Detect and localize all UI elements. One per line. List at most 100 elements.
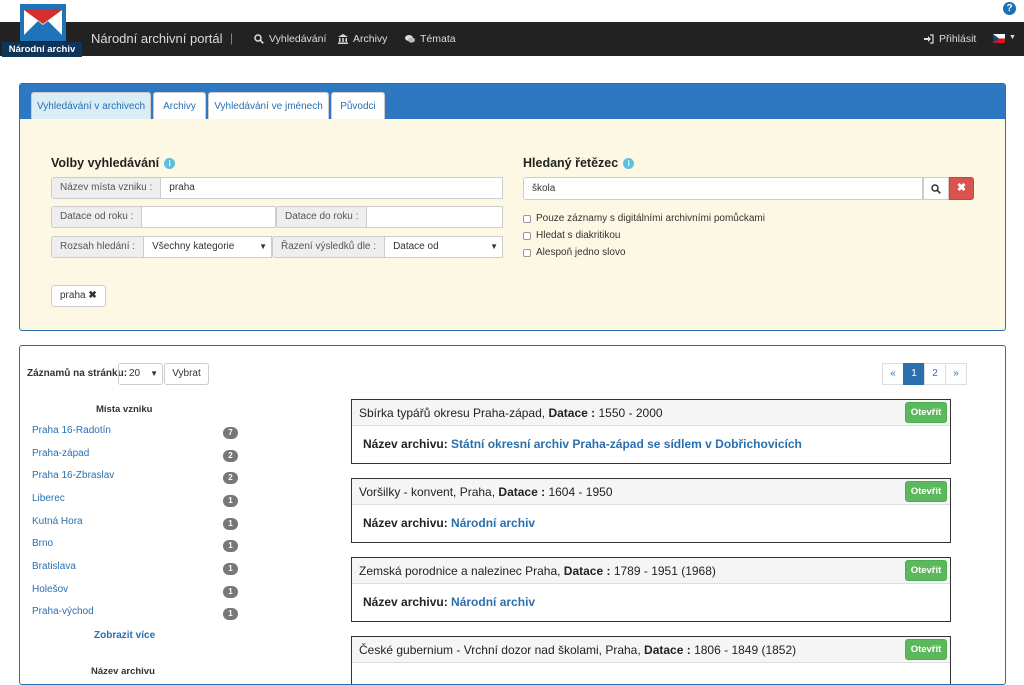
facet-item[interactable]: Kutná Hora 1 xyxy=(32,516,242,532)
facet-label: Praha-západ xyxy=(32,448,90,459)
search-button[interactable] xyxy=(923,177,949,200)
result-datace: 1806 - 1849 (1852) xyxy=(694,643,797,657)
facet-label: Holešov xyxy=(32,584,69,595)
filter-chip[interactable]: praha ✖ xyxy=(51,285,106,307)
place-label: Název místa vzniku : xyxy=(51,177,162,199)
tab-search-archives[interactable]: Vyhledávání v archivech xyxy=(31,92,151,119)
archive-link[interactable]: Národní archiv xyxy=(451,595,535,609)
per-page-select[interactable]: 20 ▼ xyxy=(118,363,163,385)
pager-page-2[interactable]: 2 xyxy=(924,363,946,385)
clear-button[interactable]: ✖ xyxy=(949,177,974,200)
result-title: České gubernium - Vrchní dozor nad škola… xyxy=(359,643,641,657)
place-input[interactable]: praha xyxy=(161,177,503,199)
datace-label: Datace : xyxy=(548,406,596,420)
brand-title[interactable]: Národní archivní portál xyxy=(91,31,223,46)
sort-label: Řazení výsledků dle : xyxy=(272,236,386,258)
nav-separator: | xyxy=(230,31,234,45)
result-header: Zemská porodnice a nalezinec Praha, Data… xyxy=(352,558,950,584)
date-to-label: Datace do roku : xyxy=(276,206,368,228)
tab-search-names[interactable]: Vyhledávání ve jménech xyxy=(208,92,329,119)
comments-icon xyxy=(405,35,415,43)
logo[interactable]: Národní archiv xyxy=(2,4,82,57)
open-button[interactable]: Otevřít xyxy=(905,639,947,660)
result-datace: 1550 - 2000 xyxy=(598,406,663,420)
nav-archives[interactable]: Archivy xyxy=(338,33,387,45)
show-more-link[interactable]: Zobrazit více xyxy=(94,630,155,641)
scope-value: Všechny kategorie xyxy=(152,241,235,252)
nav-topics[interactable]: Témata xyxy=(405,33,456,45)
nav-search[interactable]: Vyhledávání xyxy=(254,33,326,45)
checkbox[interactable] xyxy=(523,214,531,223)
per-page-caret-icon: ▼ xyxy=(150,369,158,378)
checkbox[interactable] xyxy=(523,231,531,240)
facet-archive-title: Název archivu xyxy=(91,666,155,677)
search-panel: Vyhledávání v archivech Archivy Vyhledáv… xyxy=(19,83,1006,331)
login-link[interactable]: Přihlásit xyxy=(924,33,976,45)
checkbox-diacritics[interactable]: Hledat s diakritikou xyxy=(523,230,620,241)
pager-prev[interactable]: « xyxy=(882,363,904,385)
select-button[interactable]: Vybrat xyxy=(164,363,209,385)
result-card: České gubernium - Vrchní dozor nad škola… xyxy=(351,636,951,684)
language-caret-icon[interactable]: ▼ xyxy=(1009,34,1016,41)
date-to-input[interactable] xyxy=(367,206,503,228)
result-card: Voršilky - konvent, Praha, Datace : 1604… xyxy=(351,478,951,543)
login-label: Přihlásit xyxy=(939,33,977,45)
pager-next[interactable]: » xyxy=(945,363,967,385)
pagination: « 1 2 » xyxy=(882,363,967,385)
scope-select[interactable]: Všechny kategorie ▼ xyxy=(144,236,272,258)
search-tabs: Vyhledávání v archivech Archivy Vyhledáv… xyxy=(20,84,1005,119)
info-icon[interactable]: i xyxy=(164,157,176,169)
tab-archives[interactable]: Archivy xyxy=(153,92,206,119)
facet-item[interactable]: Praha 16-Radotín 7 xyxy=(32,425,242,441)
archive-logo-icon xyxy=(24,10,62,35)
place-field: Název místa vzniku : praha xyxy=(51,177,503,199)
facet-item[interactable]: Holešov 1 xyxy=(32,584,242,600)
checkbox-any-word[interactable]: Alespoň jedno slovo xyxy=(523,247,626,258)
remove-filter-icon[interactable]: ✖ xyxy=(88,290,96,301)
date-from-input[interactable] xyxy=(142,206,276,228)
facet-count-badge: 2 xyxy=(223,472,238,484)
search-options-heading: Volby vyhledávání i xyxy=(51,156,176,170)
facet-item[interactable]: Praha-západ 2 xyxy=(32,448,242,464)
facet-item[interactable]: Bratislava 1 xyxy=(32,561,242,577)
open-button[interactable]: Otevřít xyxy=(905,481,947,502)
result-title: Voršilky - konvent, Praha, xyxy=(359,485,496,499)
czech-flag-icon[interactable] xyxy=(993,34,1005,43)
info-icon[interactable]: i xyxy=(623,157,635,169)
result-datace: 1604 - 1950 xyxy=(548,485,613,499)
facet-label: Brno xyxy=(32,538,54,549)
filter-chip-label: praha xyxy=(60,290,86,301)
search-icon xyxy=(931,183,941,194)
sort-select[interactable]: Datace od ▼ xyxy=(385,236,503,258)
pager-page-1[interactable]: 1 xyxy=(903,363,925,385)
search-icon xyxy=(254,34,264,44)
scope-caret-icon: ▼ xyxy=(259,242,267,251)
facet-label: Praha-východ xyxy=(32,606,94,617)
checkbox[interactable] xyxy=(523,248,531,257)
search-string-input[interactable]: škola xyxy=(523,177,923,200)
facet-item[interactable]: Praha 16-Zbraslav 2 xyxy=(32,470,242,486)
checkbox-digital[interactable]: Pouze záznamy s digitálními archivními p… xyxy=(523,213,765,224)
facet-count-badge: 1 xyxy=(223,608,238,620)
facet-label: Kutná Hora xyxy=(32,516,83,527)
datace-label: Datace : xyxy=(563,564,611,578)
facet-count-badge: 1 xyxy=(223,586,238,598)
facet-item[interactable]: Brno 1 xyxy=(32,538,242,554)
archive-label: Název archivu: xyxy=(363,437,448,451)
result-header: České gubernium - Vrchní dozor nad škola… xyxy=(352,637,950,663)
result-body: Název archivu: Národní archiv xyxy=(352,505,950,542)
facet-item[interactable]: Praha-východ 1 xyxy=(32,606,242,622)
tab-originators[interactable]: Původci xyxy=(331,92,385,119)
close-icon: ✖ xyxy=(956,182,967,194)
datace-label: Datace : xyxy=(644,643,691,657)
nav-archives-label: Archivy xyxy=(353,33,388,45)
checkbox-label: Pouze záznamy s digitálními archivními p… xyxy=(536,213,765,224)
facet-label: Praha 16-Zbraslav xyxy=(32,470,115,481)
archive-link[interactable]: Státní okresní archiv Praha-západ se síd… xyxy=(451,437,802,451)
institution-icon xyxy=(338,34,348,44)
facet-item[interactable]: Liberec 1 xyxy=(32,493,242,509)
open-button[interactable]: Otevřít xyxy=(905,402,947,423)
archive-link[interactable]: Národní archiv xyxy=(451,516,535,530)
help-icon[interactable]: ? xyxy=(1003,2,1016,15)
open-button[interactable]: Otevřít xyxy=(905,560,947,581)
